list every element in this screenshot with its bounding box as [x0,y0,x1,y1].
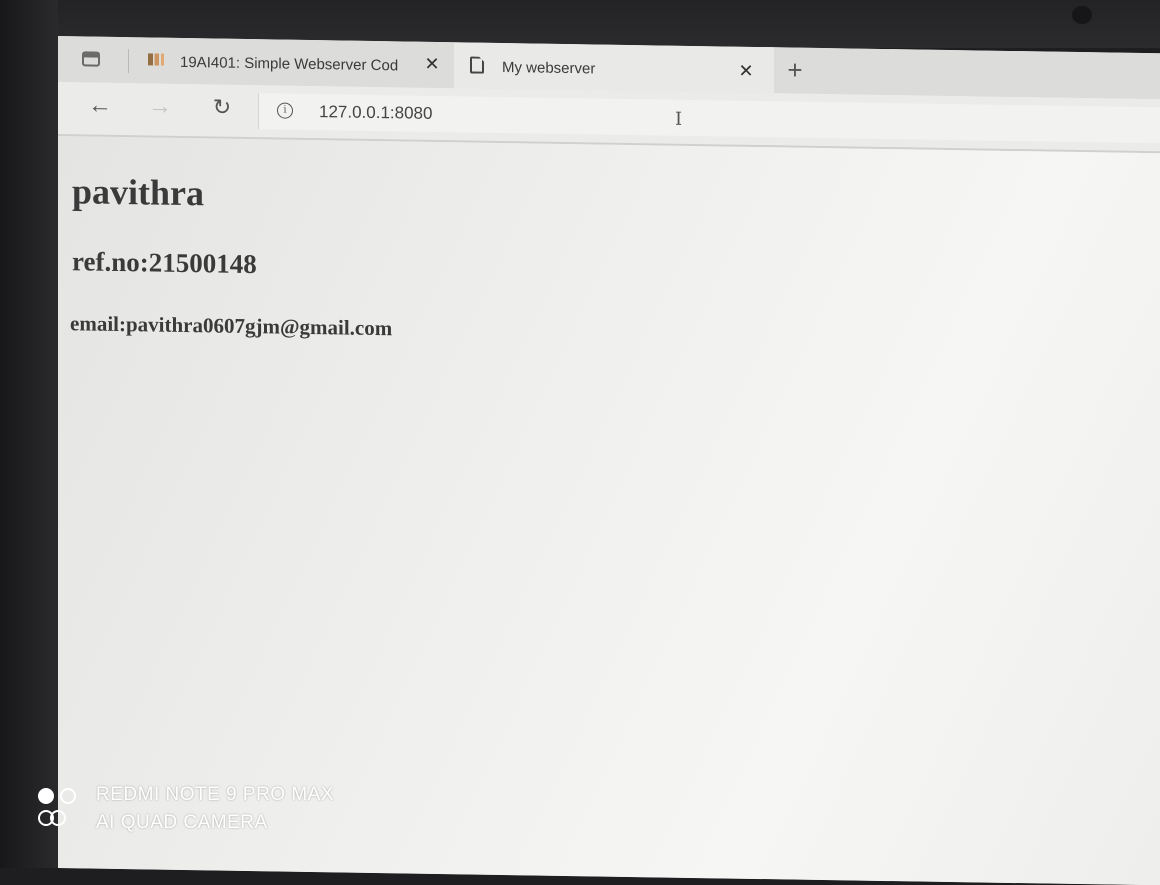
email-text: email:pavithra0607gjm@gmail.com [70,311,393,341]
address-bar[interactable]: i 127.0.0.1:8080 I [258,93,1160,144]
refresh-button[interactable]: ↻ [206,92,238,125]
webcam [1072,6,1092,24]
close-icon[interactable]: ✕ [422,54,442,74]
camera-logo-icon [38,788,82,832]
new-tab-button[interactable]: + [782,54,808,84]
camera-watermark: REDMI NOTE 9 PRO MAX AI QUAD CAMERA [38,784,358,844]
page-content: pavithra ref.no:21500148 email:pavithra0… [58,136,1160,885]
page-heading: pavithra [72,171,205,214]
close-icon[interactable]: ✕ [736,61,756,81]
watermark-device: REDMI NOTE 9 PRO MAX [96,784,335,805]
tab-title: My webserver [502,58,596,78]
tab-my-webserver[interactable]: My webserver ✕ [454,42,774,94]
tab-simple-webserver[interactable]: 19AI401: Simple Webserver Cod ✕ [138,37,454,89]
watermark-camera: AI QUAD CAMERA [96,812,268,833]
tab-title: 19AI401: Simple Webserver Cod [180,53,399,75]
site-favicon-icon [148,53,164,66]
page-icon [470,56,484,73]
browser-window: 19AI401: Simple Webserver Cod ✕ My webse… [58,36,1160,885]
back-button[interactable]: ← [84,90,116,123]
laptop-bezel-left [0,0,58,868]
forward-button[interactable]: → [144,91,176,124]
url-text[interactable]: 127.0.0.1:8080 [319,102,432,124]
ref-number: ref.no:21500148 [72,246,257,280]
tab-separator [128,49,129,74]
text-cursor-icon: I [675,108,683,130]
info-icon[interactable]: i [277,102,293,119]
tab-actions-icon[interactable] [82,51,100,67]
